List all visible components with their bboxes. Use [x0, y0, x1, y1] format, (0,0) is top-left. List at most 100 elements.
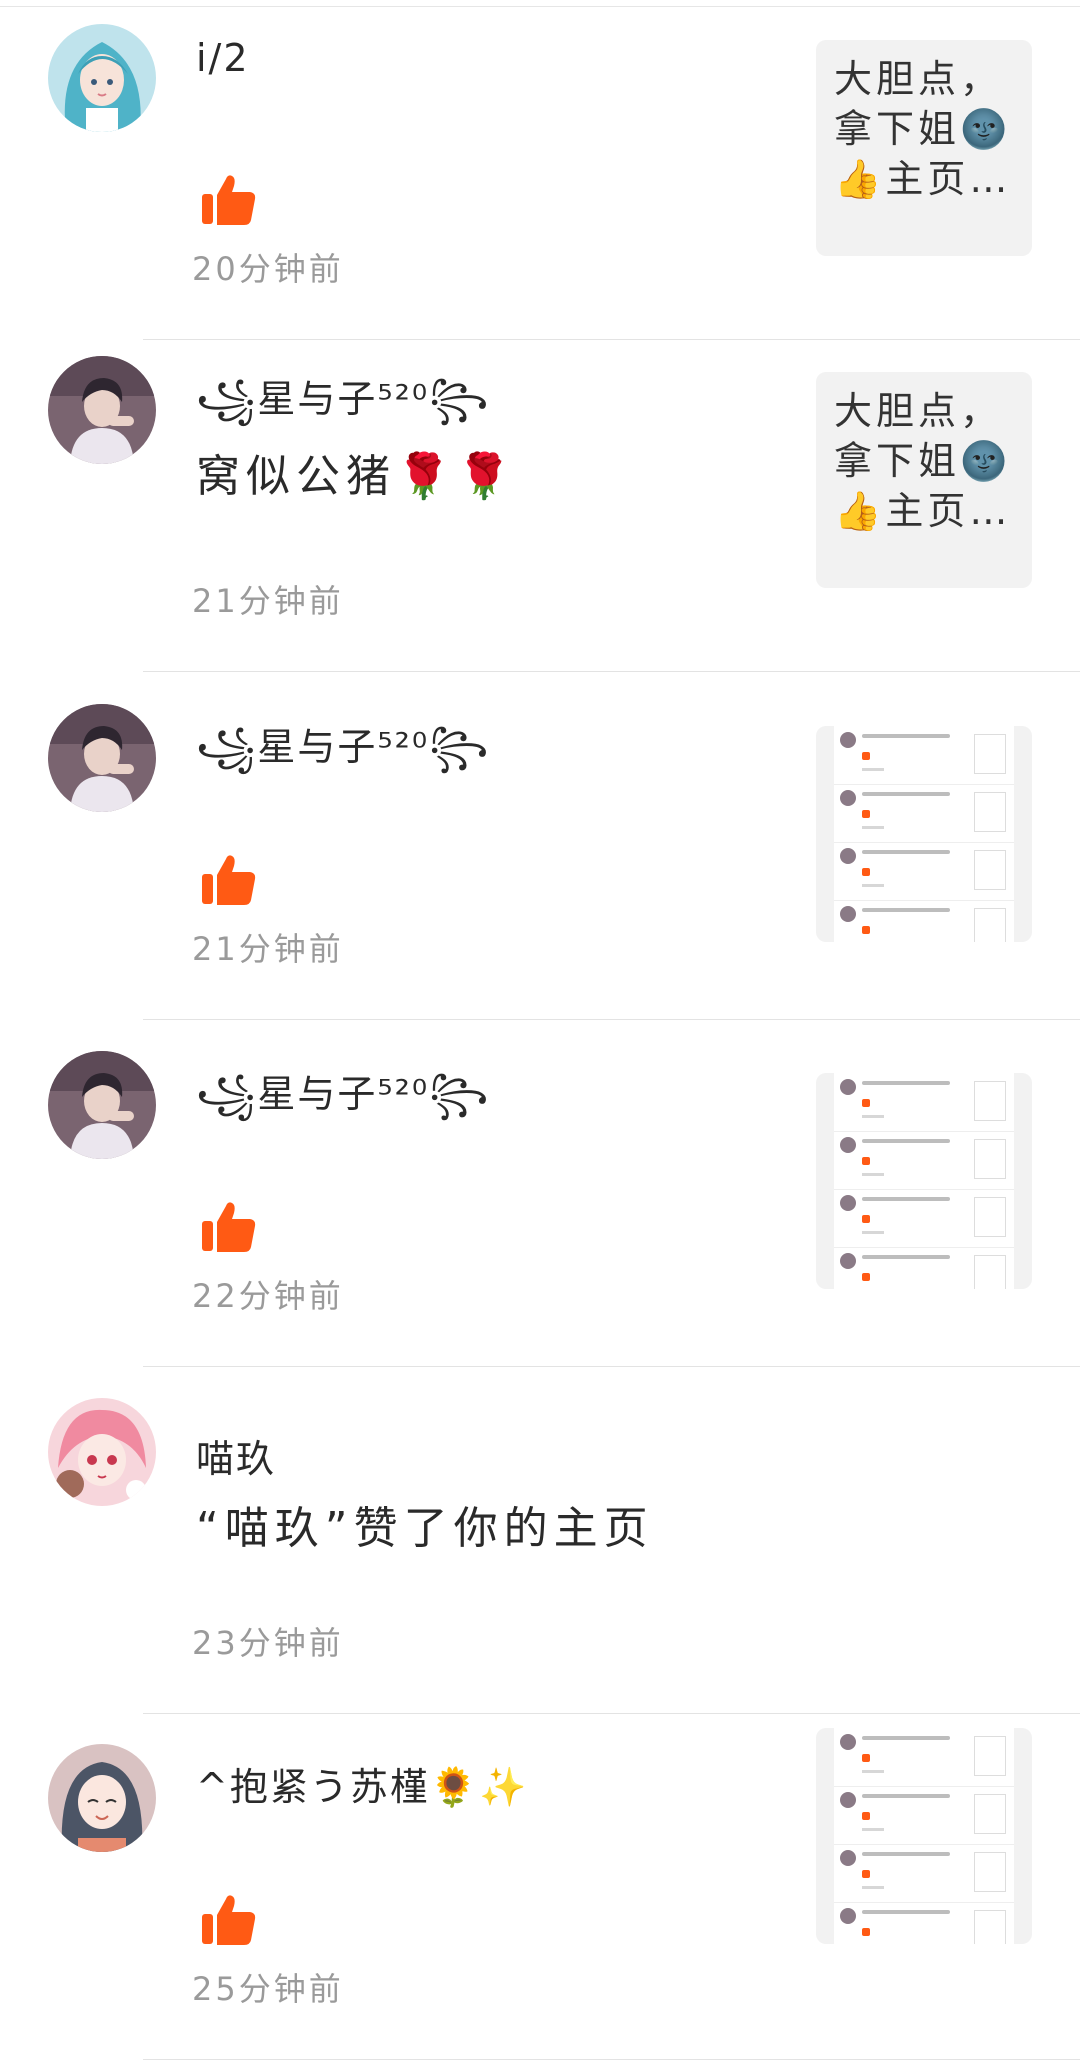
thumbnail-mini-item [834, 1131, 1014, 1190]
thumbnail-text: 大胆点，拿下姐🌚👍主页… [834, 389, 1012, 533]
timestamp: 21分钟前 [192, 930, 344, 968]
thumbs-up-icon [200, 170, 258, 228]
notification-item-3[interactable]: ꧁星与子⁵²⁰꧂ 21分钟前 [0, 688, 1080, 1020]
mini-avatar [840, 906, 856, 922]
thumbnail-mini-item [834, 1073, 1014, 1132]
mini-thumbnail [974, 792, 1006, 832]
user-name[interactable]: 喵玖 [196, 1428, 276, 1483]
thumbnail-text: 大胆点，拿下姐🌚👍主页… [834, 57, 1012, 201]
notification-item-4[interactable]: ꧁星与子⁵²⁰꧂ 22分钟前 [0, 1035, 1080, 1367]
user-name[interactable]: ^抱紧う苏槿🌻✨ [196, 1756, 528, 1811]
mini-text-line [862, 792, 950, 796]
message-text: 窝似公猪🌹🌹 [196, 451, 518, 502]
mini-like-icon [862, 1099, 870, 1107]
mini-time-line [862, 1173, 884, 1176]
mini-like-icon [862, 752, 870, 760]
mini-thumbnail [974, 1852, 1006, 1892]
thumbnail-screenshot [834, 1728, 1014, 1944]
top-border [0, 0, 1080, 7]
mini-like-icon [862, 1273, 870, 1281]
mini-text-line [862, 1255, 950, 1259]
thumbnail-mini-item [834, 1247, 1014, 1289]
mini-like-icon [862, 1812, 870, 1820]
thumbnail-mini-item [834, 900, 1014, 942]
notification-item-2[interactable]: ꧁星与子⁵²⁰꧂ 窝似公猪🌹🌹 21分钟前 大胆点，拿下姐🌚👍主页… [0, 340, 1080, 672]
mini-thumbnail [974, 1197, 1006, 1237]
mini-text-line [862, 1794, 950, 1798]
notification-item-5[interactable]: 喵玖 “喵玖”赞了你的主页 23分钟前 [0, 1382, 1080, 1714]
mini-time-line [862, 1115, 884, 1118]
divider [143, 1713, 1080, 1714]
mini-text-line [862, 1139, 950, 1143]
timestamp: 23分钟前 [192, 1624, 344, 1662]
message-text: “喵玖”赞了你的主页 [196, 1503, 654, 1554]
mini-time-line [862, 826, 884, 829]
thumbnail[interactable] [816, 1073, 1032, 1289]
mini-time-line [862, 768, 884, 771]
thumbnail-mini-item [834, 1786, 1014, 1845]
mini-avatar [840, 1253, 856, 1269]
thumbnail[interactable] [816, 726, 1032, 942]
notification-item-6[interactable]: ^抱紧う苏槿🌻✨ 25分钟前 [0, 1728, 1080, 2060]
teal-haired-anime-girl-avatar[interactable] [48, 24, 156, 132]
mini-thumbnail [974, 1736, 1006, 1776]
mini-avatar [840, 1137, 856, 1153]
thumbnail-mini-item [834, 1728, 1014, 1787]
thumbs-up-icon [200, 1197, 258, 1255]
divider [143, 1019, 1080, 1020]
mini-text-line [862, 1197, 950, 1201]
thumbnail-mini-item [834, 784, 1014, 843]
thumbnail-screenshot [834, 1073, 1014, 1289]
mini-like-icon [862, 1754, 870, 1762]
divider [143, 671, 1080, 672]
mini-time-line [862, 1828, 884, 1831]
thumbs-up-icon [200, 1890, 258, 1948]
mini-like-icon [862, 1157, 870, 1165]
mini-avatar [840, 1734, 856, 1750]
user-name[interactable]: ꧁星与子⁵²⁰꧂ [196, 1063, 490, 1142]
mini-time-line [862, 1770, 884, 1773]
notification-item-1[interactable]: i/2 20分钟前 大胆点，拿下姐🌚👍主页… [0, 8, 1080, 340]
thumbnail[interactable] [816, 1728, 1032, 1944]
mini-thumbnail [974, 1139, 1006, 1179]
timestamp: 22分钟前 [192, 1277, 344, 1315]
mini-thumbnail [974, 734, 1006, 774]
thumbnail-mini-item [834, 1902, 1014, 1944]
thumbnail-mini-item [834, 842, 1014, 901]
mini-avatar [840, 790, 856, 806]
user-name[interactable]: ꧁星与子⁵²⁰꧂ [196, 716, 490, 795]
mini-thumbnail [974, 1081, 1006, 1121]
thumbnail[interactable]: 大胆点，拿下姐🌚👍主页… [816, 372, 1032, 588]
mini-avatar [840, 732, 856, 748]
mini-avatar [840, 1195, 856, 1211]
dark-haired-boy-avatar[interactable] [48, 704, 156, 812]
mini-like-icon [862, 1215, 870, 1223]
thumbs-up-icon [200, 850, 258, 908]
mini-time-line [862, 884, 884, 887]
mini-like-icon [862, 1928, 870, 1936]
thumbnail-mini-item [834, 1189, 1014, 1248]
mini-text-line [862, 908, 950, 912]
gray-haired-anime-girl-avatar[interactable] [48, 1744, 156, 1852]
user-name[interactable]: ꧁星与子⁵²⁰꧂ [196, 368, 490, 447]
mini-like-icon [862, 868, 870, 876]
mini-text-line [862, 1081, 950, 1085]
dark-haired-boy-avatar[interactable] [48, 356, 156, 464]
divider [143, 1366, 1080, 1367]
mini-avatar [840, 1079, 856, 1095]
mini-text-line [862, 1852, 950, 1856]
mini-avatar [840, 1792, 856, 1808]
mini-time-line [862, 1886, 884, 1889]
timestamp: 21分钟前 [192, 582, 344, 620]
timestamp: 25分钟前 [192, 1970, 344, 2008]
thumbnail-screenshot [834, 726, 1014, 942]
mini-avatar [840, 1850, 856, 1866]
user-name[interactable]: i/2 [196, 36, 250, 80]
mini-avatar [840, 848, 856, 864]
mini-thumbnail [974, 850, 1006, 890]
dark-haired-boy-avatar[interactable] [48, 1051, 156, 1159]
thumbnail-mini-item [834, 1844, 1014, 1903]
mini-text-line [862, 850, 950, 854]
thumbnail[interactable]: 大胆点，拿下姐🌚👍主页… [816, 40, 1032, 256]
pink-haired-anime-girl-avatar[interactable] [48, 1398, 156, 1506]
